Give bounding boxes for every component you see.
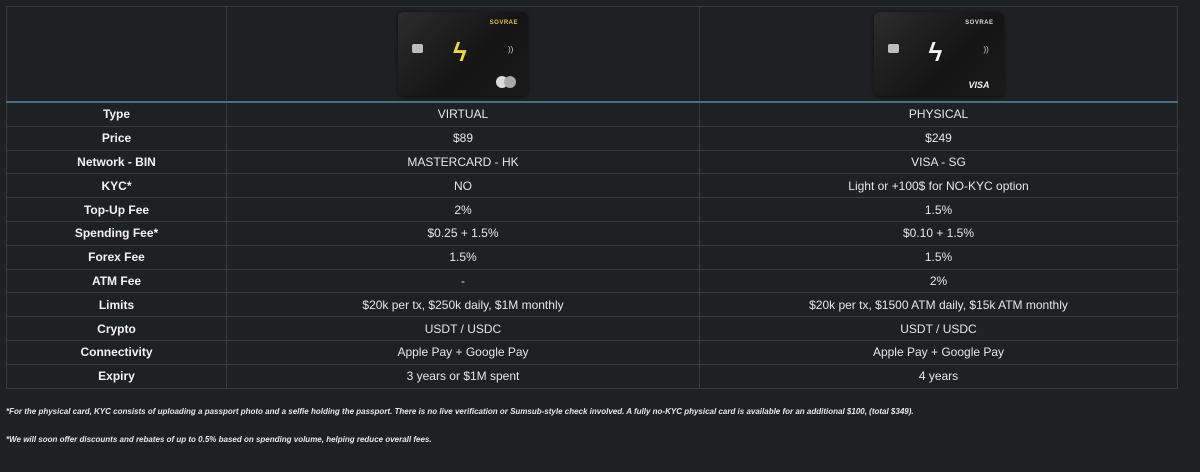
table-row: Limits $20k per tx, $250k daily, $1M mon… [6,292,1178,318]
row-label: Type [6,101,227,127]
row-label: Connectivity [6,339,227,365]
physical-value: Apple Pay + Google Pay [699,339,1178,365]
physical-value: Light or +100$ for NO-KYC option [699,173,1178,199]
physical-value: $0.10 + 1.5% [699,220,1178,246]
table-row: Price $89 $249 [6,125,1178,151]
table-row: Spending Fee* $0.25 + 1.5% $0.10 + 1.5% [6,220,1178,246]
row-label: Network - BIN [6,149,227,175]
lightning-logo-icon: ϟ [928,37,943,67]
chip-icon [412,44,423,53]
table-row: Crypto USDT / USDC USDT / USDC [6,316,1178,341]
table-row: Top-Up Fee 2% 1.5% [6,197,1178,222]
table-row: KYC* NO Light or +100$ for NO-KYC option [6,173,1178,199]
virtual-value: Apple Pay + Google Pay [226,339,700,365]
row-label: Top-Up Fee [6,197,227,222]
virtual-value: NO [226,173,700,199]
kyc-footnote: *For the physical card, KYC consists of … [6,407,914,416]
virtual-value: VIRTUAL [226,101,700,127]
virtual-card-cell: SOVRAE ϟ )) [226,6,700,103]
lightning-logo-icon: ϟ [453,37,467,67]
table-row: Type VIRTUAL PHYSICAL [6,101,1178,127]
mastercard-logo-icon [496,76,516,88]
table-row: Connectivity Apple Pay + Google Pay Appl… [6,339,1178,365]
physical-value: VISA - SG [699,149,1178,175]
row-label: KYC* [6,173,227,199]
row-label: Forex Fee [6,244,227,270]
row-label: Price [6,125,227,151]
table-row: ATM Fee - 2% [6,268,1178,294]
empty-header-cell [6,6,227,103]
virtual-value: $20k per tx, $250k daily, $1M monthly [226,292,700,318]
virtual-card-image: SOVRAE ϟ )) [398,12,528,96]
table-row: Expiry 3 years or $1M spent 4 years [6,363,1178,389]
contactless-icon: )) [508,45,514,54]
physical-value: $249 [699,125,1178,151]
virtual-value: - [226,268,700,294]
row-label: ATM Fee [6,268,227,294]
row-label: Crypto [6,316,227,341]
card-comparison-table: SOVRAE ϟ )) SOVRAE ϟ )) VISA Type VIRTUA… [6,6,1178,389]
contactless-icon: )) [983,45,989,54]
comparison-table-wrapper: SOVRAE ϟ )) SOVRAE ϟ )) VISA Type VIRTUA… [6,6,1178,389]
visa-logo: VISA [968,80,990,90]
physical-value: $20k per tx, $1500 ATM daily, $15k ATM m… [699,292,1178,318]
card-brand-text: SOVRAE [489,20,518,26]
table-row: Network - BIN MASTERCARD - HK VISA - SG [6,149,1178,175]
virtual-value: $89 [226,125,700,151]
physical-value: USDT / USDC [699,316,1178,341]
table-row: Forex Fee 1.5% 1.5% [6,244,1178,270]
virtual-value: $0.25 + 1.5% [226,220,700,246]
row-label: Expiry [6,363,227,389]
card-brand-text: SOVRAE [965,20,994,26]
virtual-value: 2% [226,197,700,222]
virtual-value: MASTERCARD - HK [226,149,700,175]
physical-value: PHYSICAL [699,101,1178,127]
virtual-value: 3 years or $1M spent [226,363,700,389]
row-label: Limits [6,292,227,318]
card-images-row: SOVRAE ϟ )) SOVRAE ϟ )) VISA [6,6,1178,103]
virtual-value: USDT / USDC [226,316,700,341]
physical-card-image: SOVRAE ϟ )) VISA [873,12,1004,96]
physical-value: 1.5% [699,197,1178,222]
discount-footnote: *We will soon offer discounts and rebate… [6,435,432,444]
physical-card-cell: SOVRAE ϟ )) VISA [699,6,1178,103]
row-label: Spending Fee* [6,220,227,246]
physical-value: 2% [699,268,1178,294]
chip-icon [887,44,899,53]
physical-value: 4 years [699,363,1178,389]
physical-value: 1.5% [699,244,1178,270]
virtual-value: 1.5% [226,244,700,270]
